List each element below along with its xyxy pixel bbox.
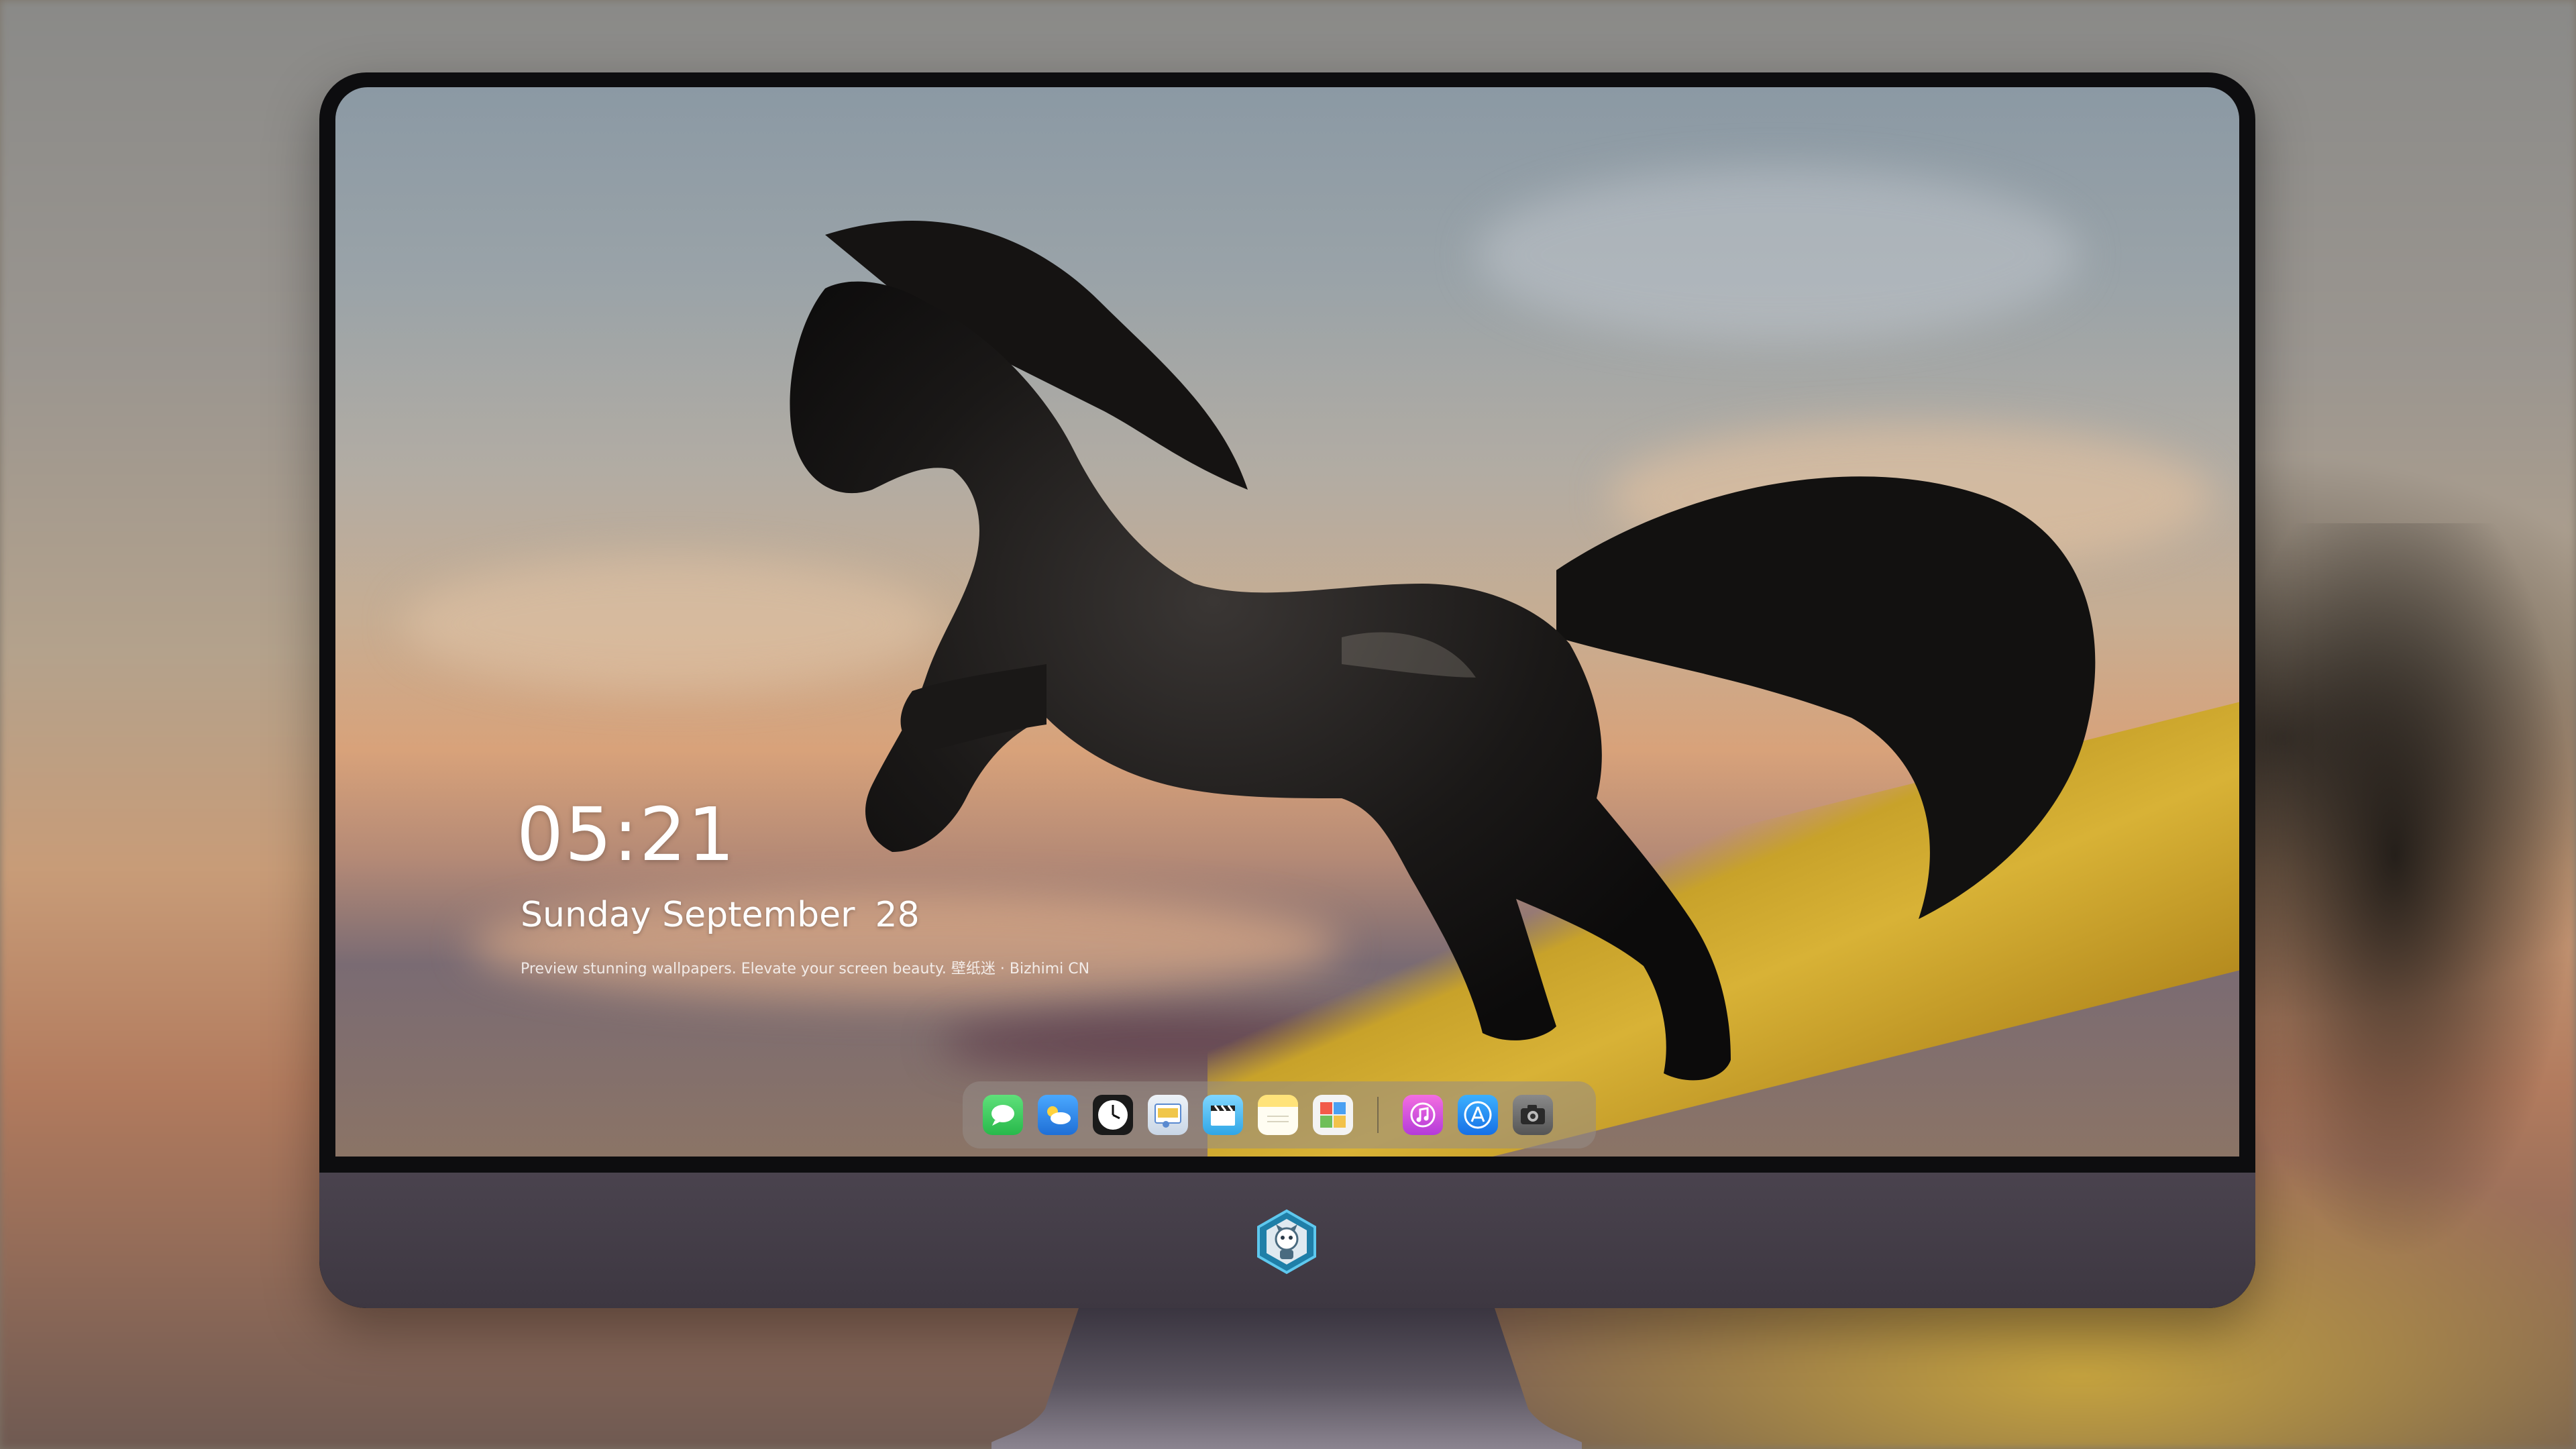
weather-icon[interactable] bbox=[1038, 1095, 1078, 1135]
monitor: 05:21 Sunday September 28 Preview stunnin… bbox=[319, 72, 2255, 1308]
date-day: 28 bbox=[875, 895, 920, 935]
clock-icon[interactable] bbox=[1093, 1095, 1133, 1135]
music-icon[interactable] bbox=[1403, 1095, 1443, 1135]
photo-gallery-icon[interactable] bbox=[1313, 1095, 1353, 1135]
desktop-screen: 05:21 Sunday September 28 Preview stunnin… bbox=[335, 87, 2239, 1157]
wallpaper-caption: Preview stunning wallpapers. Elevate you… bbox=[521, 961, 1090, 977]
brand-logo-icon bbox=[1257, 1209, 1316, 1275]
notes-icon[interactable] bbox=[1258, 1095, 1298, 1135]
app-store-icon[interactable] bbox=[1458, 1095, 1498, 1135]
monitor-stand bbox=[991, 1308, 1582, 1449]
camera-icon[interactable] bbox=[1513, 1095, 1553, 1135]
lockscreen-time: 05:21 bbox=[517, 792, 737, 877]
date-weekday-month: Sunday September bbox=[521, 895, 855, 935]
messages-icon[interactable] bbox=[983, 1095, 1023, 1135]
lockscreen-date: Sunday September 28 bbox=[521, 895, 920, 935]
dock-separator bbox=[1377, 1097, 1379, 1133]
preview-icon[interactable] bbox=[1148, 1095, 1188, 1135]
clips-icon[interactable] bbox=[1203, 1095, 1243, 1135]
blurred-background-shadow bbox=[2214, 523, 2576, 1261]
dock bbox=[963, 1081, 1596, 1148]
horse-image bbox=[790, 221, 2096, 1081]
